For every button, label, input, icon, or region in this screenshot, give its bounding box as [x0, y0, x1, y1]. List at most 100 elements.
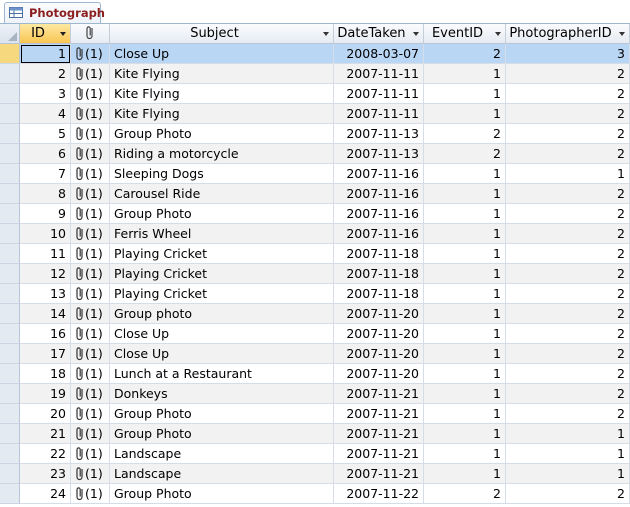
cell-subject[interactable]: Group Photo — [110, 424, 334, 444]
cell-photographerid[interactable]: 2 — [506, 224, 630, 244]
cell-attachments[interactable]: (1) — [71, 304, 110, 324]
table-row[interactable]: 11 (1) Playing Cricket 2007-11-18 1 2 — [0, 244, 630, 264]
table-row[interactable]: 1 (1) Close Up 2008-03-07 2 3 — [0, 44, 630, 64]
cell-subject[interactable]: Landscape — [110, 444, 334, 464]
table-row[interactable]: 2 (1) Kite Flying 2007-11-11 1 2 — [0, 64, 630, 84]
cell-datetaken[interactable]: 2007-11-16 — [334, 164, 424, 184]
cell-photographerid[interactable]: 2 — [506, 304, 630, 324]
table-row[interactable]: 3 (1) Kite Flying 2007-11-11 1 2 — [0, 84, 630, 104]
record-selector[interactable] — [0, 144, 20, 164]
cell-photographerid[interactable]: 2 — [506, 64, 630, 84]
table-row[interactable]: 19 (1) Donkeys 2007-11-21 1 2 — [0, 384, 630, 404]
cell-photographerid[interactable]: 2 — [506, 144, 630, 164]
column-header-eventid[interactable]: EventID — [424, 24, 506, 44]
cell-photographerid[interactable]: 2 — [506, 344, 630, 364]
cell-id[interactable]: 4 — [20, 104, 71, 124]
record-selector[interactable] — [0, 44, 20, 64]
cell-id[interactable]: 17 — [20, 344, 71, 364]
cell-datetaken[interactable]: 2007-11-11 — [334, 104, 424, 124]
cell-photographerid[interactable]: 2 — [506, 384, 630, 404]
cell-attachments[interactable]: (1) — [71, 424, 110, 444]
table-row[interactable]: 20 (1) Group Photo 2007-11-21 1 2 — [0, 404, 630, 424]
cell-attachments[interactable]: (1) — [71, 344, 110, 364]
cell-id[interactable]: 22 — [20, 444, 71, 464]
record-selector[interactable] — [0, 424, 20, 444]
record-selector[interactable] — [0, 104, 20, 124]
cell-attachments[interactable]: (1) — [71, 444, 110, 464]
record-selector[interactable] — [0, 444, 20, 464]
cell-datetaken[interactable]: 2007-11-21 — [334, 384, 424, 404]
cell-datetaken[interactable]: 2007-11-22 — [334, 484, 424, 504]
cell-photographerid[interactable]: 2 — [506, 244, 630, 264]
record-selector[interactable] — [0, 304, 20, 324]
cell-subject[interactable]: Landscape — [110, 464, 334, 484]
cell-attachments[interactable]: (1) — [71, 164, 110, 184]
table-row[interactable]: 18 (1) Lunch at a Restaurant 2007-11-20 1 2 — [0, 364, 630, 384]
cell-photographerid[interactable]: 2 — [506, 124, 630, 144]
column-header-id[interactable]: ID — [20, 24, 71, 44]
cell-attachments[interactable]: (1) — [71, 104, 110, 124]
table-row[interactable]: 13 (1) Playing Cricket 2007-11-18 1 2 — [0, 284, 630, 304]
cell-eventid[interactable]: 1 — [424, 104, 506, 124]
cell-attachments[interactable]: (1) — [71, 144, 110, 164]
cell-id[interactable]: 5 — [20, 124, 71, 144]
cell-attachments[interactable]: (1) — [71, 404, 110, 424]
cell-subject[interactable]: Lunch at a Restaurant — [110, 364, 334, 384]
cell-subject[interactable]: Riding a motorcycle — [110, 144, 334, 164]
cell-id[interactable]: 21 — [20, 424, 71, 444]
table-row[interactable]: 5 (1) Group Photo 2007-11-13 2 2 — [0, 124, 630, 144]
cell-datetaken[interactable]: 2008-03-07 — [334, 44, 424, 64]
cell-photographerid[interactable]: 2 — [506, 324, 630, 344]
record-selector[interactable] — [0, 64, 20, 84]
cell-id[interactable]: 23 — [20, 464, 71, 484]
cell-photographerid[interactable]: 2 — [506, 104, 630, 124]
cell-datetaken[interactable]: 2007-11-21 — [334, 424, 424, 444]
cell-photographerid[interactable]: 2 — [506, 204, 630, 224]
cell-photographerid[interactable]: 2 — [506, 364, 630, 384]
cell-eventid[interactable]: 1 — [424, 304, 506, 324]
cell-datetaken[interactable]: 2007-11-21 — [334, 464, 424, 484]
cell-attachments[interactable]: (1) — [71, 204, 110, 224]
cell-photographerid[interactable]: 2 — [506, 484, 630, 504]
record-selector[interactable] — [0, 84, 20, 104]
tab-photograph[interactable]: Photograph — [4, 2, 105, 23]
cell-datetaken[interactable]: 2007-11-13 — [334, 144, 424, 164]
cell-id[interactable]: 2 — [20, 64, 71, 84]
cell-eventid[interactable]: 1 — [424, 224, 506, 244]
cell-eventid[interactable]: 1 — [424, 264, 506, 284]
table-row[interactable]: 23 (1) Landscape 2007-11-21 1 1 — [0, 464, 630, 484]
record-selector[interactable] — [0, 404, 20, 424]
column-header-attachments[interactable] — [71, 24, 110, 44]
cell-id[interactable]: 20 — [20, 404, 71, 424]
cell-attachments[interactable]: (1) — [71, 364, 110, 384]
cell-datetaken[interactable]: 2007-11-18 — [334, 284, 424, 304]
cell-attachments[interactable]: (1) — [71, 44, 110, 64]
record-selector[interactable] — [0, 244, 20, 264]
cell-id[interactable]: 10 — [20, 224, 71, 244]
cell-id[interactable]: 16 — [20, 324, 71, 344]
cell-eventid[interactable]: 1 — [424, 184, 506, 204]
cell-photographerid[interactable]: 2 — [506, 184, 630, 204]
cell-attachments[interactable]: (1) — [71, 324, 110, 344]
dropdown-arrow-icon[interactable] — [619, 32, 625, 36]
cell-datetaken[interactable]: 2007-11-13 — [334, 124, 424, 144]
cell-eventid[interactable]: 1 — [424, 384, 506, 404]
cell-eventid[interactable]: 2 — [424, 484, 506, 504]
column-header-subject[interactable]: Subject — [110, 24, 334, 44]
cell-photographerid[interactable]: 1 — [506, 164, 630, 184]
cell-subject[interactable]: Close Up — [110, 344, 334, 364]
cell-subject[interactable]: Carousel Ride — [110, 184, 334, 204]
cell-eventid[interactable]: 1 — [424, 204, 506, 224]
cell-id[interactable]: 8 — [20, 184, 71, 204]
table-row[interactable]: 4 (1) Kite Flying 2007-11-11 1 2 — [0, 104, 630, 124]
table-row[interactable]: 8 (1) Carousel Ride 2007-11-16 1 2 — [0, 184, 630, 204]
record-selector[interactable] — [0, 264, 20, 284]
cell-datetaken[interactable]: 2007-11-20 — [334, 364, 424, 384]
cell-eventid[interactable]: 1 — [424, 444, 506, 464]
cell-id[interactable]: 3 — [20, 84, 71, 104]
cell-eventid[interactable]: 1 — [424, 424, 506, 444]
cell-id[interactable]: 11 — [20, 244, 71, 264]
cell-attachments[interactable]: (1) — [71, 84, 110, 104]
table-row[interactable]: 16 (1) Close Up 2007-11-20 1 2 — [0, 324, 630, 344]
cell-subject[interactable]: Group photo — [110, 304, 334, 324]
